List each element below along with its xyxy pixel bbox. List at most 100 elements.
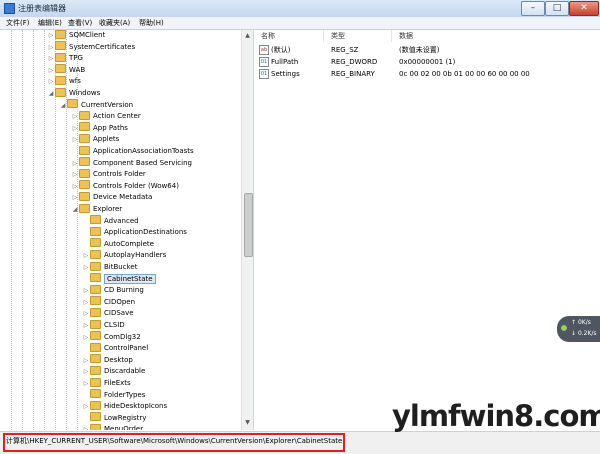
collapse-arrow-icon[interactable]: ◢ (47, 88, 55, 99)
maximize-button[interactable]: □ (545, 1, 569, 16)
minimize-button[interactable]: – (521, 1, 545, 16)
tree-item[interactable]: ▷ BitBucket (82, 261, 137, 273)
column-header-name[interactable]: 名称 (261, 30, 275, 42)
registry-tree[interactable]: ▷ SQMClient ▷ SystemCertificates ▷ TPG ▷ WAB ▷ wf… (5, 30, 254, 430)
menu-view[interactable]: 查看(V) (68, 18, 92, 28)
scroll-down-icon[interactable]: ▼ (244, 419, 251, 426)
tree-item[interactable]: Advanced (82, 215, 139, 227)
column-divider[interactable] (391, 30, 392, 42)
tree-item[interactable]: ▷ App Paths (71, 122, 128, 134)
scroll-up-icon[interactable]: ▲ (244, 32, 251, 39)
tree-item[interactable]: ▷ FileExts (82, 377, 131, 389)
value-name: Settings (271, 70, 300, 78)
tree-item[interactable]: ▷ SystemCertificates (47, 41, 135, 53)
tree-scrollbar[interactable]: ▲ ▼ (241, 30, 253, 430)
tree-item[interactable]: ▷ CD Burning (82, 284, 144, 296)
tree-item[interactable]: ▷ CIDOpen (82, 296, 135, 308)
expand-arrow-icon[interactable]: ▷ (82, 366, 90, 377)
menu-favorites[interactable]: 收藏夹(A) (99, 18, 130, 28)
expand-arrow-icon[interactable]: ▷ (47, 76, 55, 87)
column-header-type[interactable]: 类型 (331, 30, 345, 42)
tree-item[interactable]: ▷ Discardable (82, 365, 145, 377)
expand-arrow-icon[interactable]: ▷ (82, 285, 90, 296)
expand-arrow-icon[interactable]: ▷ (82, 355, 90, 366)
tree-item-label: wfs (69, 77, 81, 86)
tree-item[interactable]: ▷ CIDSave (82, 307, 134, 319)
tree-item[interactable]: ▷ Device Metadata (71, 191, 152, 203)
tree-item[interactable]: ▷ WAB (47, 64, 85, 76)
collapse-arrow-icon[interactable]: ◢ (71, 204, 79, 215)
tree-item[interactable]: ▷ SQMClient (47, 30, 105, 41)
value-row[interactable]: ab (默认) REG_SZ (数值未设置) (259, 44, 589, 56)
tree-item[interactable]: ▷ ComDlg32 (82, 331, 141, 343)
tree-item[interactable]: AutoComplete (82, 238, 154, 250)
tree-item[interactable]: LowRegistry (82, 412, 146, 424)
column-divider[interactable] (323, 30, 324, 42)
tree-item[interactable]: ▷ Applets (71, 133, 120, 145)
tree-item-label: ApplicationDestinations (104, 228, 187, 237)
expand-arrow-icon[interactable]: ▷ (82, 308, 90, 319)
title-bar: 注册表编辑器 – □ ✕ (0, 0, 600, 18)
expand-arrow-icon[interactable]: ▷ (71, 123, 79, 134)
expand-arrow-icon[interactable]: ▷ (82, 401, 90, 412)
folder-icon (90, 273, 101, 283)
tree-item-label: Applets (93, 135, 120, 144)
expand-arrow-icon[interactable]: ▷ (71, 192, 79, 203)
menu-help[interactable]: 帮助(H) (139, 18, 164, 28)
tree-item[interactable]: ▷ wfs (47, 75, 81, 87)
folder-icon (90, 215, 101, 225)
tree-item[interactable]: ApplicationAssociationToasts (71, 145, 194, 157)
tree-item[interactable]: ▷ TPG (47, 52, 83, 64)
tree-item[interactable]: ▷ Component Based Servicing (71, 157, 192, 169)
column-header-data[interactable]: 数据 (399, 30, 413, 42)
tree-item[interactable]: ControlPanel (82, 342, 148, 354)
value-type: REG_BINARY (331, 70, 375, 78)
tree-item[interactable]: ▷ MenuOrder (82, 423, 144, 430)
tree-item[interactable]: ▷ CLSID (82, 319, 125, 331)
scrollbar-thumb[interactable] (244, 193, 253, 257)
expand-arrow-icon[interactable]: ▷ (82, 297, 90, 308)
value-type: REG_DWORD (331, 58, 378, 66)
binary-value-icon: 01 (259, 69, 269, 79)
tree-item-label: MenuOrder (104, 425, 144, 430)
tree-item[interactable]: CabinetState (82, 273, 156, 285)
close-button[interactable]: ✕ (569, 1, 599, 16)
folder-icon (90, 354, 101, 364)
expand-arrow-icon[interactable]: ▷ (71, 181, 79, 192)
expand-arrow-icon[interactable]: ▷ (82, 262, 90, 273)
menu-edit[interactable]: 编辑(E) (38, 18, 62, 28)
tree-item[interactable]: ▷ HideDesktopIcons (82, 400, 167, 412)
tree-guide-line (44, 30, 45, 430)
expand-arrow-icon[interactable]: ▷ (82, 378, 90, 389)
expand-arrow-icon[interactable]: ▷ (71, 111, 79, 122)
tree-item[interactable]: ◢ CurrentVersion (59, 99, 133, 111)
expand-arrow-icon[interactable]: ▷ (47, 30, 55, 41)
expand-arrow-icon[interactable]: ▷ (82, 424, 90, 430)
value-row[interactable]: 01 FullPath REG_DWORD 0x00000001 (1) (259, 56, 589, 68)
tree-item[interactable]: ApplicationDestinations (82, 226, 187, 238)
tree-item[interactable]: ▷ Action Center (71, 110, 141, 122)
expand-arrow-icon[interactable]: ▷ (71, 134, 79, 145)
expand-arrow-icon[interactable]: ▷ (82, 332, 90, 343)
expand-arrow-icon[interactable]: ▷ (71, 158, 79, 169)
tree-item[interactable]: ▷ Controls Folder (Wow64) (71, 180, 179, 192)
tree-item[interactable]: FolderTypes (82, 389, 145, 401)
expand-arrow-icon[interactable]: ▷ (47, 65, 55, 76)
tree-item[interactable]: ▷ AutoplayHandlers (82, 249, 166, 261)
expand-arrow-icon[interactable]: ▷ (82, 320, 90, 331)
tree-item[interactable]: ▷ Desktop (82, 354, 133, 366)
expand-arrow-icon[interactable]: ▷ (47, 53, 55, 64)
tree-item-label: TPG (69, 54, 83, 63)
network-speed-widget[interactable]: ↑ 0K/s ↓ 0.2K/s (557, 316, 600, 342)
tree-item-label: Controls Folder (Wow64) (93, 181, 179, 190)
expand-arrow-icon[interactable]: ▷ (71, 169, 79, 180)
expand-arrow-icon[interactable]: ▷ (82, 250, 90, 261)
tree-item[interactable]: ◢ Explorer (71, 203, 122, 215)
menu-file[interactable]: 文件(F) (6, 18, 30, 28)
expand-arrow-icon[interactable]: ▷ (47, 42, 55, 53)
tree-item[interactable]: ▷ Controls Folder (71, 168, 146, 180)
tree-item[interactable]: ◢ Windows (47, 87, 100, 99)
collapse-arrow-icon[interactable]: ◢ (59, 100, 67, 111)
folder-icon (90, 389, 101, 399)
value-row[interactable]: 01 Settings REG_BINARY 0c 00 02 00 0b 01 … (259, 68, 589, 80)
